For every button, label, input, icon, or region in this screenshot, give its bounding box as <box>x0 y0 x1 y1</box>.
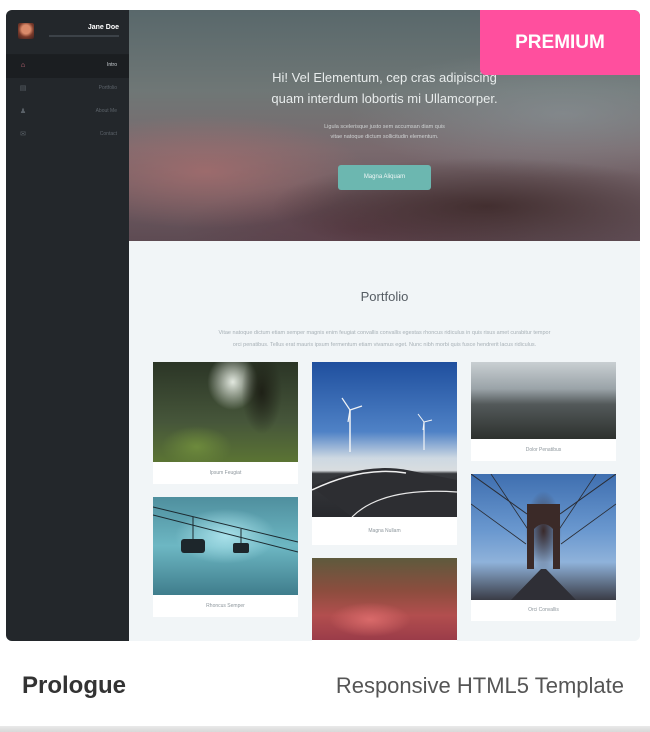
hero-subtitle-line: vitae natoque dictum sollicitudin elemen… <box>330 134 439 140</box>
sidebar-item-intro[interactable]: ⌂ Intro <box>6 55 129 78</box>
user-icon: ♟ <box>19 108 27 115</box>
hero-title-line: quam interdum lobortis mi Ullamcorper. <box>271 91 498 106</box>
portfolio-item-bridge[interactable]: Orci Convallis <box>470 473 617 621</box>
sidebar-item-about[interactable]: ♟ About Me <box>6 101 129 124</box>
portfolio-item-cable-cars[interactable]: Rhoncus Semper <box>152 497 299 617</box>
sidebar-item-portfolio[interactable]: ▤ Portfolio <box>6 78 129 101</box>
profile: Jane Doe <box>6 10 129 55</box>
forest-image <box>153 362 298 462</box>
portfolio-title: Portfolio <box>360 289 409 304</box>
sidebar: Jane Doe ⌂ Intro ▤ Portfolio ♟ About Me … <box>6 10 129 641</box>
premium-badge: PREMIUM <box>480 10 640 75</box>
sidebar-item-label: Intro <box>106 62 117 68</box>
portfolio-text-line: Vitae natoque dictum etiam semper magnis… <box>218 330 551 336</box>
portfolio-item-forest[interactable]: Ipsum Feugiat <box>153 362 298 484</box>
portfolio-icon: ▤ <box>19 85 27 92</box>
bridge-graphic <box>470 473 617 600</box>
template-preview-card[interactable]: Jane Doe ⌂ Intro ▤ Portfolio ♟ About Me … <box>6 10 640 641</box>
sidebar-item-label: Contact <box>99 131 117 137</box>
sidebar-item-contact[interactable]: ✉ Contact <box>6 124 129 147</box>
portfolio-caption: Rhoncus Semper <box>206 603 245 609</box>
template-name[interactable]: Prologue <box>22 672 126 700</box>
portfolio-caption: Orci Convallis <box>528 607 559 613</box>
profile-name: Jane Doe <box>87 24 119 31</box>
home-icon: ⌂ <box>20 62 26 69</box>
portfolio-item-wind-turbines[interactable]: Magna Nullam <box>311 362 458 545</box>
profile-subtitle <box>49 35 119 37</box>
cable-cars-graphic <box>152 506 299 553</box>
footer-divider <box>0 726 650 732</box>
autumn-path-image <box>312 558 457 640</box>
wind-turbines-graphic <box>311 397 458 518</box>
portfolio-item-hills[interactable]: Dolor Penatibus <box>471 362 616 461</box>
portfolio-section: Portfolio Vitae natoque dictum etiam sem… <box>129 241 640 641</box>
portfolio-caption: Dolor Penatibus <box>525 447 562 453</box>
misty-hills-image <box>471 362 616 439</box>
portfolio-caption: Ipsum Feugiat <box>209 470 242 476</box>
hero-subtitle-line: Ligula scelerisque justo sem accumsan di… <box>324 124 445 130</box>
portfolio-text-line: orci penatibus. Tellus erat mauris ipsum… <box>232 342 537 348</box>
mail-icon: ✉ <box>20 131 26 138</box>
magna-aliquam-button[interactable]: Magna Aliquam <box>338 165 431 190</box>
wind-turbines-image <box>311 362 458 518</box>
portfolio-text: Vitae natoque dictum etiam semper magnis… <box>154 327 615 351</box>
bridge-image <box>470 473 617 600</box>
template-description: Responsive HTML5 Template <box>335 673 624 698</box>
portfolio-caption: Magna Nullam <box>368 528 401 534</box>
sidebar-item-label: Portfolio <box>98 85 117 91</box>
sidebar-nav: ⌂ Intro ▤ Portfolio ♟ About Me ✉ Contact <box>6 55 129 147</box>
portfolio-item-autumn[interactable] <box>312 558 457 641</box>
cable-cars-image <box>152 497 299 595</box>
sidebar-item-label: About Me <box>95 108 117 114</box>
avatar <box>18 23 34 39</box>
hero-subtitle: Ligula scelerisque justo sem accumsan di… <box>129 122 640 142</box>
